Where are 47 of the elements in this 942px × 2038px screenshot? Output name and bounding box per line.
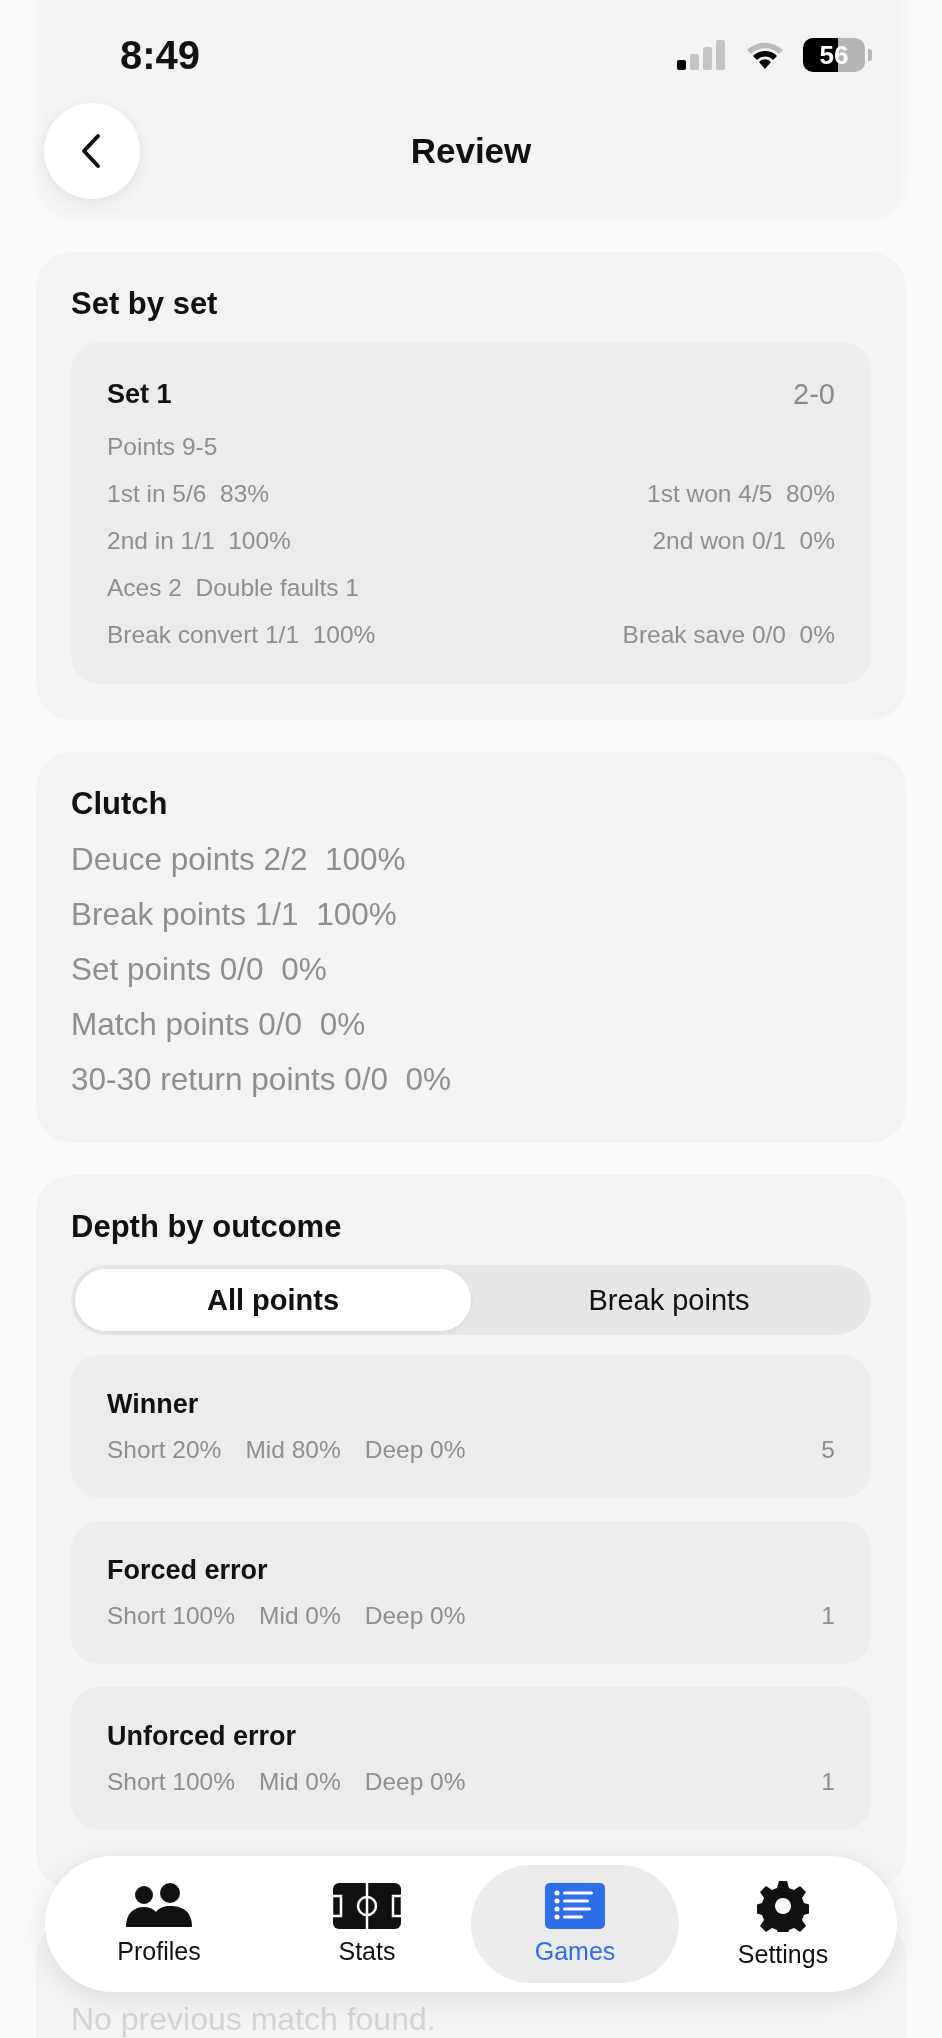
section-title: Depth by outcome xyxy=(71,1209,343,1245)
depth-mid: Mid 0% xyxy=(259,1602,341,1630)
tab-item[interactable]: Profiles xyxy=(55,1865,263,1983)
stat-text: 2nd won 0/1 0% xyxy=(652,526,835,555)
depth-mid: Mid 80% xyxy=(245,1436,341,1464)
depth-deep: Deep 0% xyxy=(364,1768,466,1796)
signal-icon xyxy=(677,40,727,70)
stat-text: Aces 2 Double faults 1 xyxy=(107,573,359,602)
status-time: 8:49 xyxy=(120,32,201,78)
clutch-stat: Match points 0/0 0% xyxy=(71,1005,367,1044)
outcome-count: 5 xyxy=(821,1436,835,1464)
depth-short: Short 20% xyxy=(107,1436,222,1464)
stat-text: Break convert 1/1 100% xyxy=(107,620,376,649)
stat-text: Break save 0/0 0% xyxy=(622,620,835,649)
field-icon xyxy=(333,1882,401,1929)
tab-item[interactable]: Settings xyxy=(679,1865,887,1983)
tab-item[interactable]: Stats xyxy=(263,1865,471,1983)
depth-short: Short 100% xyxy=(107,1602,236,1630)
page-title: Review xyxy=(410,131,532,171)
depth-short: Short 100% xyxy=(107,1768,236,1796)
stat-text: 1st in 5/6 83% xyxy=(107,479,270,508)
set-name: Set 1 xyxy=(107,379,172,410)
wifi-icon xyxy=(745,40,785,70)
section-title: Clutch xyxy=(71,786,169,822)
stat-text: 1st won 4/5 80% xyxy=(647,479,835,508)
outcome-name: Unforced error xyxy=(107,1721,298,1752)
outcome-count: 1 xyxy=(821,1768,835,1796)
people-icon xyxy=(124,1882,194,1929)
depth-deep: Deep 0% xyxy=(364,1436,466,1464)
stat-text: Points 9-5 xyxy=(107,432,218,461)
depth-mid: Mid 0% xyxy=(259,1768,341,1796)
outcome-name: Winner xyxy=(107,1389,200,1420)
stat-text: 2nd in 1/1 100% xyxy=(107,526,291,555)
depth-deep: Deep 0% xyxy=(364,1602,466,1630)
section-title: Set by set xyxy=(71,286,219,322)
settings-icon xyxy=(757,1879,809,1932)
outcome-count: 1 xyxy=(821,1602,835,1630)
segment-tab[interactable]: Break points xyxy=(471,1269,867,1331)
clutch-stat: 30-30 return points 0/0 0% xyxy=(71,1060,452,1099)
outcome-name: Forced error xyxy=(107,1555,269,1586)
segment-tab[interactable]: All points xyxy=(75,1269,471,1331)
clutch-stat: Set points 0/0 0% xyxy=(71,950,328,989)
list-icon xyxy=(545,1882,605,1929)
tab-item[interactable]: Games xyxy=(471,1865,679,1983)
clutch-stat: Break points 1/1 100% xyxy=(71,895,398,934)
set-score: 2-0 xyxy=(793,378,835,411)
clutch-stat: Deuce points 2/2 100% xyxy=(71,840,407,879)
